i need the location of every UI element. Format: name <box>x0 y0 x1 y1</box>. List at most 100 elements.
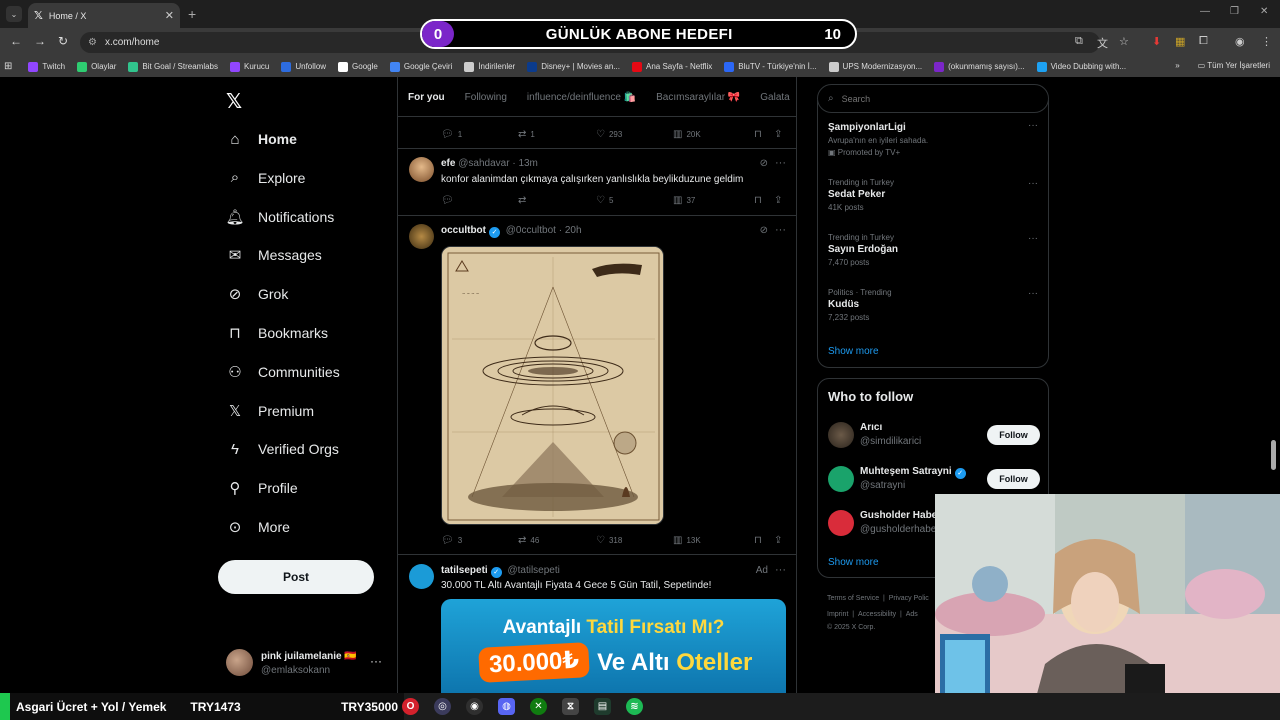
views-button[interactable]: ▥ 13K <box>673 535 701 546</box>
trend-item[interactable]: Trending in Turkey Sedat Peker 41K posts… <box>828 178 1038 212</box>
nav-item-home[interactable]: ⌂ Home <box>226 127 296 151</box>
like-button[interactable]: ♡ 318 <box>596 535 622 546</box>
repost-button[interactable]: ⇄ 46 <box>518 535 539 546</box>
app-icon[interactable]: ◎ <box>434 698 451 715</box>
reply-button[interactable]: 💬︎ 1 <box>441 129 462 140</box>
back-arrow-icon[interactable]: ← <box>10 34 22 48</box>
tweet-time[interactable]: 20h <box>565 225 582 236</box>
views-button[interactable]: ▥ 37 <box>673 195 695 206</box>
avatar[interactable] <box>409 224 434 249</box>
nav-item-verified-orgs[interactable]: ϟ Verified Orgs <box>226 437 339 461</box>
follow-button[interactable]: Follow <box>987 425 1040 445</box>
timeline-tab[interactable]: For you <box>398 77 455 116</box>
bookmark-button[interactable]: ⊓ <box>754 535 766 546</box>
imprint-link[interactable]: Imprint <box>827 611 848 618</box>
bookmark-item[interactable]: Disney+ | Movies an... <box>527 61 620 72</box>
grok-explain-icon[interactable]: ⊘ <box>760 158 768 169</box>
opera-icon[interactable]: O <box>402 698 419 715</box>
trends-show-more-link[interactable]: Show more <box>828 346 879 357</box>
account-more-icon[interactable]: ··· <box>370 654 382 668</box>
spotify-icon[interactable]: ≋ <box>626 698 643 715</box>
follow-suggestion[interactable]: Arıcı @simdilikarici Follow <box>828 420 1040 450</box>
repost-button[interactable]: ⇄ <box>518 195 530 206</box>
ads-link[interactable]: Ads <box>906 611 918 618</box>
page-scrollbar[interactable] <box>1271 440 1276 470</box>
suggestion-name[interactable]: Gusholder Habe <box>860 510 937 521</box>
bookmark-item[interactable]: Video Dubbing with... <box>1036 61 1126 72</box>
nav-item-messages[interactable]: ✉ Messages <box>226 243 322 267</box>
author-name[interactable]: tatilsepeti <box>441 565 488 576</box>
apps-grid-icon[interactable]: ⊞ <box>4 61 12 72</box>
terms-link[interactable]: Terms of Service <box>827 595 879 602</box>
privacy-link[interactable]: Privacy Polic <box>889 595 929 602</box>
bookmark-item[interactable]: İndirilenler <box>464 61 515 72</box>
views-button[interactable]: ▥ 20K <box>673 129 701 140</box>
tab-search-button[interactable]: ⌄ <box>6 6 22 22</box>
trend-more-icon[interactable]: ··· <box>1028 178 1038 189</box>
avatar[interactable] <box>828 422 854 448</box>
timeline-tab[interactable]: influence/deinfluence 🛍️ <box>517 77 646 116</box>
nav-item-profile[interactable]: ⚲ Profile <box>226 476 298 500</box>
trend-item[interactable]: Trending in Turkey Sayın Erdoğan 7,470 p… <box>828 233 1038 267</box>
suggestion-name[interactable]: Arıcı <box>860 422 882 433</box>
trend-item[interactable]: ŞampiyonlarLigi Avrupa'nın en iyileri sa… <box>828 120 1038 157</box>
new-tab-button[interactable]: + <box>188 6 196 22</box>
author-handle[interactable]: @sahdavar <box>458 158 509 169</box>
nav-item-communities[interactable]: ⚇ Communities <box>226 360 339 384</box>
capcut-icon[interactable]: ⧖ <box>562 698 579 715</box>
profile-icon[interactable]: ◉ <box>1235 35 1245 48</box>
author-handle[interactable]: @tatilsepeti <box>507 565 559 576</box>
tweet-more-icon[interactable]: ··· <box>775 564 786 576</box>
nav-item-grok[interactable]: ⊘ Grok <box>226 282 289 306</box>
install-app-icon[interactable]: ⧉ <box>1075 35 1083 48</box>
trend-more-icon[interactable]: ··· <box>1028 288 1038 299</box>
follow-button[interactable]: Follow <box>987 469 1040 489</box>
nav-item-bookmarks[interactable]: ⊓ Bookmarks <box>226 321 328 345</box>
bookmark-item[interactable]: Ana Sayfa - Netflix <box>632 61 712 72</box>
bookmark-item[interactable]: Bit Goal / Streamlabs <box>128 61 218 72</box>
browser-tab[interactable]: 𝕏 Home / X ✕ <box>28 3 180 28</box>
follow-suggestion[interactable]: Muhteşem Satrayni ✓ @satrayni Follow <box>828 464 1040 494</box>
reply-button[interactable]: 💬︎ <box>441 195 458 206</box>
bookmark-item[interactable]: Kurucu <box>230 61 269 72</box>
post-button[interactable]: Post <box>218 560 374 594</box>
chrome-icon[interactable]: ◉ <box>466 698 483 715</box>
tweet-time[interactable]: 13m <box>518 158 537 169</box>
search-box[interactable]: ⌕ <box>817 84 1049 113</box>
files-icon[interactable]: ▤ <box>594 698 611 715</box>
bookmark-button[interactable]: ⊓ <box>754 195 766 206</box>
accessibility-link[interactable]: Accessibility <box>858 611 896 618</box>
bookmark-item[interactable]: Twitch <box>28 61 65 72</box>
nav-item-explore[interactable]: ⌕ Explore <box>226 166 306 190</box>
xbox-icon[interactable]: ✕ <box>530 698 547 715</box>
author-handle[interactable]: @0ccultbot <box>506 225 556 236</box>
share-button[interactable]: ⇪ <box>774 535 786 546</box>
x-logo-icon[interactable]: 𝕏 <box>226 89 242 114</box>
browser-menu-icon[interactable]: ⋮ <box>1261 35 1272 48</box>
repost-button[interactable]: ⇄ 1 <box>518 129 535 140</box>
share-button[interactable]: ⇪ <box>774 195 786 206</box>
tweet-more-icon[interactable]: ··· <box>775 224 786 236</box>
nav-item-more[interactable]: ⊙ More <box>226 515 290 539</box>
forward-arrow-icon[interactable]: → <box>34 34 46 48</box>
all-bookmarks[interactable]: » ▭ Tüm Yer İşaretleri <box>1175 61 1270 70</box>
extension-icon[interactable]: ▦ <box>1175 35 1185 48</box>
tweet-image[interactable]: ~ ~ ~ ~ <box>441 246 664 525</box>
avatar[interactable] <box>828 510 854 536</box>
tweet-more-icon[interactable]: ··· <box>775 157 786 169</box>
suggestion-name[interactable]: Muhteşem Satrayni ✓ <box>860 466 969 479</box>
bookmark-item[interactable]: Google Çeviri <box>389 61 452 72</box>
bookmark-button[interactable]: ⊓ <box>754 129 766 140</box>
trend-item[interactable]: Politics · Trending Kudüs 7,232 posts ··… <box>828 288 1038 322</box>
bookmark-item[interactable]: Unfollow <box>281 61 326 72</box>
bookmark-item[interactable]: Google <box>338 61 378 72</box>
download-extension-icon[interactable]: ⬇ <box>1152 35 1161 48</box>
author-name[interactable]: occultbot <box>441 225 486 236</box>
trend-more-icon[interactable]: ··· <box>1028 233 1038 244</box>
close-tab-icon[interactable]: ✕ <box>165 9 174 22</box>
timeline-tab[interactable]: Following <box>455 77 517 116</box>
reload-icon[interactable]: ↻ <box>58 34 68 48</box>
share-button[interactable]: ⇪ <box>774 129 786 140</box>
nav-item-premium[interactable]: 𝕏 Premium <box>226 399 314 423</box>
search-input[interactable] <box>841 93 1022 104</box>
